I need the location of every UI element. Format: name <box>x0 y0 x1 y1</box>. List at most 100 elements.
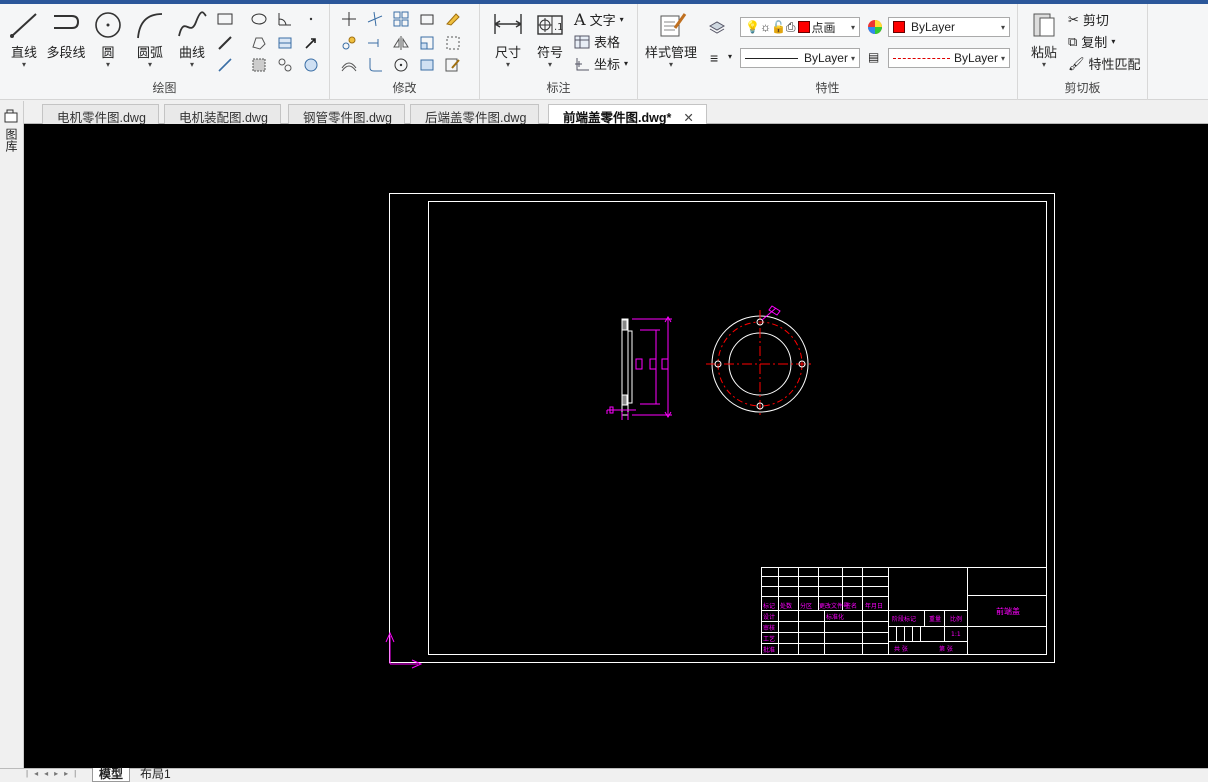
arc-button[interactable]: 圆弧 ▾ <box>130 10 170 69</box>
fillet-icon[interactable] <box>366 56 384 74</box>
spline-icon <box>178 11 207 37</box>
style-manager-button[interactable]: 样式管理 ▾ <box>644 10 698 69</box>
label-scale: 比例 <box>950 615 962 623</box>
chevron-down-icon: ▾ <box>1041 60 1046 69</box>
line-button[interactable]: 直线 ▾ <box>4 10 44 69</box>
mirror-icon[interactable] <box>392 34 410 52</box>
lineweight-combo[interactable]: ByLayer ▾ <box>740 48 860 68</box>
paste-button[interactable]: 粘贴 ▾ <box>1024 10 1064 69</box>
ribbon: 直线 ▾ 多段线 圆 ▾ 圆弧 ▾ 曲线 ▾ 绘图 修改 尺寸 ▾ .1 符号 … <box>0 4 1208 100</box>
tab-motor-part[interactable]: 电机零件图.dwg <box>42 104 159 125</box>
library-panel-button[interactable]: 图库 <box>3 109 19 152</box>
donut-icon[interactable] <box>302 56 320 74</box>
table-button[interactable]: 表格 <box>574 32 620 51</box>
color-wheel-icon[interactable] <box>866 18 884 36</box>
draw-group: 直线 ▾ 多段线 圆 ▾ 圆弧 ▾ 曲线 ▾ 绘图 <box>0 4 330 100</box>
library-icon <box>4 109 18 123</box>
label-stage: 阶段标记 <box>892 615 916 623</box>
drawing-svg: 标记 处数 分区 更改文件号 签名 年月日 设计 标准化 审核 工艺 批准 阶段… <box>385 193 1055 669</box>
tab-layout1[interactable]: 布局1 <box>134 768 177 782</box>
tab-steel-pipe[interactable]: 钢管零件图.dwg <box>288 104 405 125</box>
polyline-button[interactable]: 多段线 <box>44 10 88 61</box>
match-properties-button[interactable]: 🖌 特性匹配 <box>1068 54 1141 73</box>
text-icon: A <box>574 10 586 29</box>
ray-icon[interactable] <box>216 56 234 74</box>
text-button[interactable]: A 文字 ▾ <box>574 10 624 29</box>
chevron-down-icon: ▾ <box>505 60 510 69</box>
chevron-down-icon: ▾ <box>547 60 552 69</box>
edit-icon[interactable] <box>444 56 462 74</box>
title-block-part-name: 前端盖 <box>996 606 1020 616</box>
stretch-icon[interactable] <box>418 10 436 28</box>
chevron-down-icon: ▾ <box>850 22 855 32</box>
layer-manager-icon[interactable] <box>708 18 726 36</box>
boundary-icon[interactable] <box>276 56 294 74</box>
circle-icon <box>95 12 121 38</box>
table-draw-icon[interactable] <box>276 34 294 52</box>
ellipse-icon[interactable] <box>250 10 268 28</box>
drawing-canvas[interactable]: 标记 处数 分区 更改文件号 签名 年月日 设计 标准化 审核 工艺 批准 阶段… <box>24 124 1208 768</box>
explode-icon[interactable] <box>444 34 462 52</box>
copy-object-icon[interactable] <box>340 34 358 52</box>
point-icon[interactable] <box>302 10 320 28</box>
chevron-down-icon: ▾ <box>105 60 110 69</box>
style-manager-icon <box>660 13 687 37</box>
chevron-down-icon: ▾ <box>189 60 194 69</box>
hatch-icon[interactable] <box>250 56 268 74</box>
brush-icon: 🖌 <box>1068 55 1085 71</box>
coordinate-button[interactable]: 坐标 ▾ <box>574 54 628 73</box>
title-block-labels: 标记 处数 分区 更改文件号 签名 年月日 设计 标准化 审核 工艺 批准 阶段… <box>763 602 1020 654</box>
circle-button[interactable]: 圆 ▾ <box>88 10 128 69</box>
tab-motor-assembly[interactable]: 电机装配图.dwg <box>164 104 281 125</box>
lock-icon: 🔓 <box>770 20 786 34</box>
tab-model[interactable]: 模型 <box>92 768 131 782</box>
rotate-icon[interactable] <box>392 56 410 74</box>
layout-tab-bar: |◂◂▸▸| 模型 布局1 <box>0 768 1208 782</box>
linetype-combo[interactable]: ByLayer ▾ <box>888 48 1010 68</box>
front-view <box>706 305 814 418</box>
extend-icon[interactable] <box>366 34 384 52</box>
linetype-sample <box>893 57 950 59</box>
printer-icon: ⎙ <box>785 19 796 34</box>
arrow-icon[interactable] <box>302 34 320 52</box>
break-icon[interactable] <box>418 56 436 74</box>
sun-icon: ☼ <box>759 20 771 34</box>
inner-frame <box>428 201 1047 655</box>
layout-nav-arrows[interactable]: |◂◂▸▸| <box>26 769 82 778</box>
xline-icon[interactable] <box>216 34 234 52</box>
chevron-down-icon: ▾ <box>1000 22 1005 32</box>
symbol-button[interactable]: .1 符号 ▾ <box>530 10 570 69</box>
close-icon[interactable]: ✕ <box>683 111 693 125</box>
table-icon <box>574 35 590 48</box>
label-review: 审核 <box>763 624 775 632</box>
label-sheet: 第 张 <box>939 645 953 653</box>
erase-icon[interactable] <box>444 10 462 28</box>
chevron-down-icon[interactable]: ▾ <box>728 52 732 61</box>
tab-front-cover[interactable]: 前端盖零件图.dwg* ✕ <box>548 104 707 125</box>
label-weight: 重量 <box>929 615 941 623</box>
dimension-button[interactable]: 尺寸 ▾ <box>488 10 528 69</box>
array-icon[interactable] <box>392 10 410 28</box>
lineweight-icon[interactable]: ≡ <box>710 50 718 66</box>
copy-button[interactable]: ⧉ 复制 ▾ <box>1068 32 1115 51</box>
region-icon[interactable] <box>250 34 268 52</box>
scale-icon[interactable] <box>418 34 436 52</box>
tab-rear-cover[interactable]: 后端盖零件图.dwg <box>410 104 540 125</box>
chevron-down-icon: ▾ <box>21 60 26 69</box>
label-zone: 分区 <box>800 602 812 610</box>
linetype-icon[interactable]: ▤ <box>868 50 879 64</box>
layer-combo[interactable]: 💡 ☼ 🔓 ⎙ 点画 ▾ <box>740 17 860 37</box>
offset-icon[interactable] <box>340 56 358 74</box>
chevron-down-icon: ▾ <box>1000 53 1005 63</box>
color-combo[interactable]: ByLayer ▾ <box>888 17 1010 37</box>
cut-button[interactable]: ✂ 剪切 <box>1068 10 1109 29</box>
curve-button[interactable]: 曲线 ▾ <box>172 10 212 69</box>
color-swatch <box>893 21 905 33</box>
outer-frame <box>389 193 1055 663</box>
trim-icon[interactable] <box>366 10 384 28</box>
paste-icon <box>1033 13 1055 37</box>
library-sidebar: 图库 <box>0 101 24 768</box>
move-icon[interactable] <box>340 10 358 28</box>
angle-icon[interactable] <box>276 10 294 28</box>
rectangle-icon[interactable] <box>216 10 234 28</box>
